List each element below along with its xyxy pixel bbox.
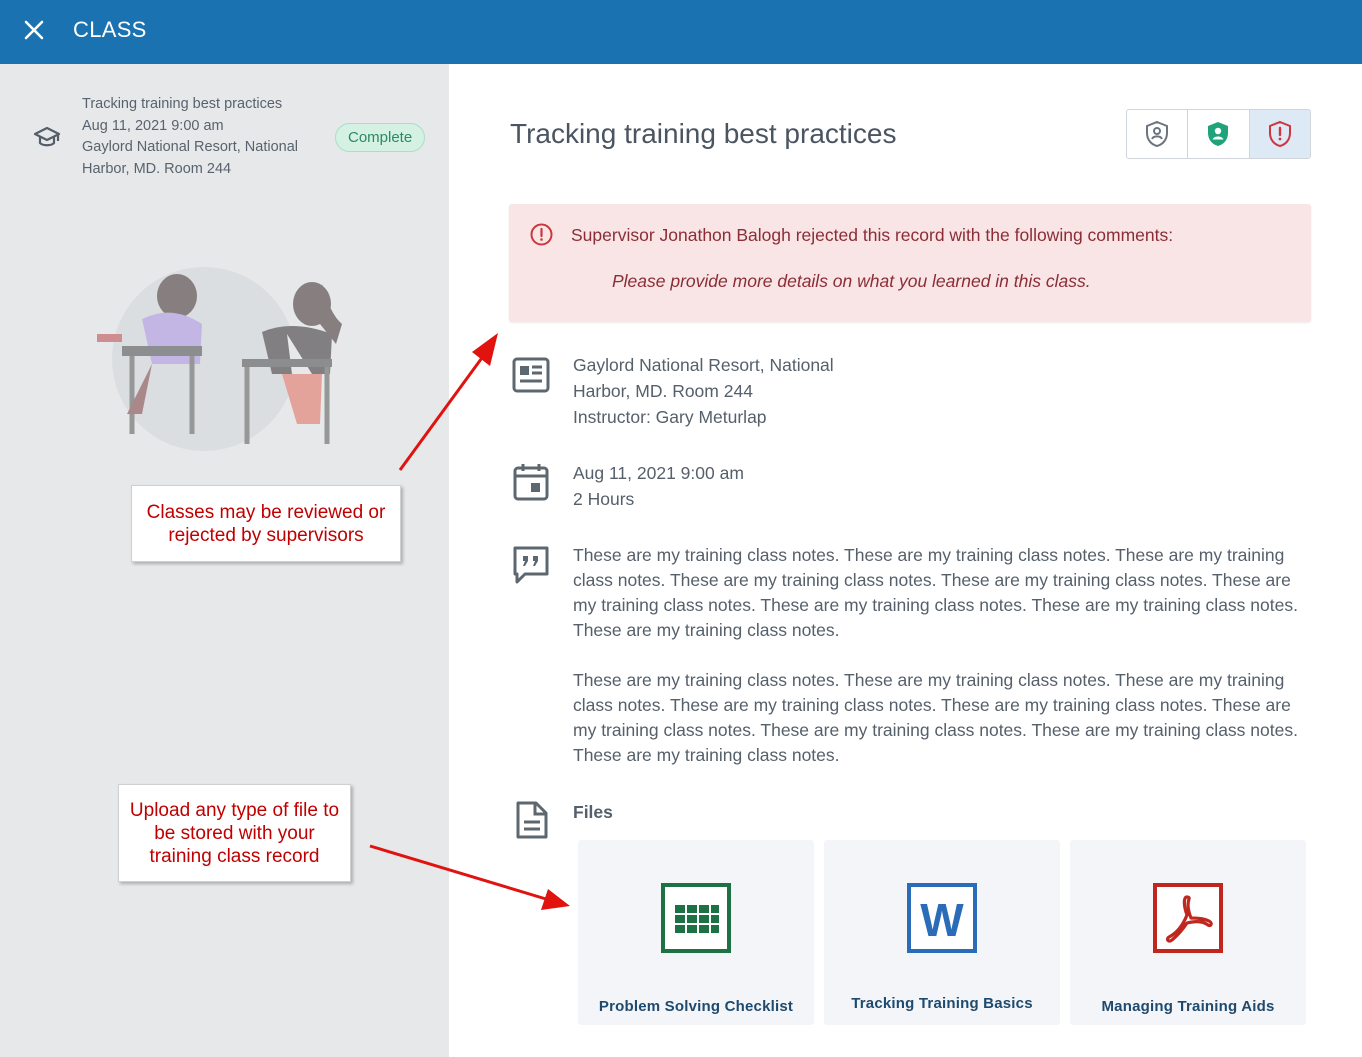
callout-line: training class record <box>149 845 320 867</box>
sidebar-class-item[interactable]: Tracking training best practices Aug 11,… <box>0 64 449 204</box>
alert-circle-icon <box>530 223 553 246</box>
word-file-icon: W <box>907 883 977 953</box>
class-item-location-line2: Harbor, MD. Room 244 <box>82 160 232 177</box>
page-title: CLASS <box>73 17 147 42</box>
pdf-file-icon <box>1153 883 1223 953</box>
graduation-cap-icon <box>33 125 61 149</box>
file-name: Problem Solving Checklist <box>598 998 794 1015</box>
location-line2: Harbor, MD. Room 244 <box>573 381 753 401</box>
location-details: Gaylord National Resort, National Harbor… <box>573 352 834 430</box>
callout-line: be stored with your <box>154 822 315 844</box>
svg-text:W: W <box>920 894 964 946</box>
file-name: Managing Training Aids <box>1101 998 1275 1015</box>
shield-person-outline-icon <box>1146 120 1169 148</box>
status-button-approved[interactable] <box>1188 110 1250 158</box>
class-item-details: Tracking training best practices Aug 11,… <box>82 94 298 180</box>
file-card-managing-training-aids[interactable]: Managing Training Aids <box>1070 840 1306 1025</box>
status-button-pending[interactable] <box>1127 110 1189 158</box>
class-date: Aug 11, 2021 9:00 am <box>573 463 744 483</box>
file-card-problem-solving-checklist[interactable]: Problem Solving Checklist <box>578 840 814 1025</box>
class-item-location-line1: Gaylord National Resort, National <box>82 139 298 155</box>
file-card-tracking-training-basics[interactable]: W Tracking Training Basics <box>824 840 1060 1025</box>
files-label: Files <box>573 802 613 822</box>
instructor: Instructor: Gary Meturlap <box>573 407 767 427</box>
rejection-notice: Supervisor Jonathon Balogh rejected this… <box>509 204 1311 322</box>
class-title: Tracking training best practices <box>510 118 897 149</box>
callout-line: Classes may be reviewed or <box>146 501 386 523</box>
status-button-rejected[interactable] <box>1249 110 1310 158</box>
document-icon <box>513 800 553 840</box>
shield-person-approved-icon <box>1208 122 1229 146</box>
quote-comment-icon <box>511 545 551 585</box>
notes-paragraph: These are my training class notes. These… <box>573 670 1298 765</box>
close-icon[interactable] <box>20 16 48 44</box>
schedule-details: Aug 11, 2021 9:00 am 2 Hours <box>573 460 744 512</box>
file-name: Tracking Training Basics <box>851 995 1033 1012</box>
rejection-message: Supervisor Jonathon Balogh rejected this… <box>571 225 1174 245</box>
spreadsheet-file-icon <box>661 883 731 953</box>
callout-line: Upload any type of file to <box>129 799 340 821</box>
location-line1: Gaylord National Resort, National <box>573 355 834 375</box>
status-badge: Complete <box>335 123 426 152</box>
review-status-toggle <box>1126 109 1311 159</box>
location-card-icon <box>511 356 551 396</box>
class-duration: 2 Hours <box>573 489 635 509</box>
notes-paragraph: These are my training class notes. These… <box>573 545 1298 640</box>
students-illustration <box>92 264 354 454</box>
review-callout: Classes may be reviewed or rejected by s… <box>131 485 401 562</box>
class-notes: These are my training class notes. These… <box>573 543 1313 768</box>
upload-callout: Upload any type of file to be stored wit… <box>118 784 351 882</box>
top-bar: CLASS <box>0 0 1362 64</box>
class-item-date: Aug 11, 2021 9:00 am <box>82 117 224 134</box>
calendar-icon <box>512 462 552 502</box>
shield-exclamation-rejected-icon <box>1268 120 1291 148</box>
class-item-title: Tracking training best practices <box>82 96 283 112</box>
callout-line: rejected by supervisors <box>168 524 364 546</box>
rejection-comment: Please provide more details on what you … <box>612 271 1091 291</box>
